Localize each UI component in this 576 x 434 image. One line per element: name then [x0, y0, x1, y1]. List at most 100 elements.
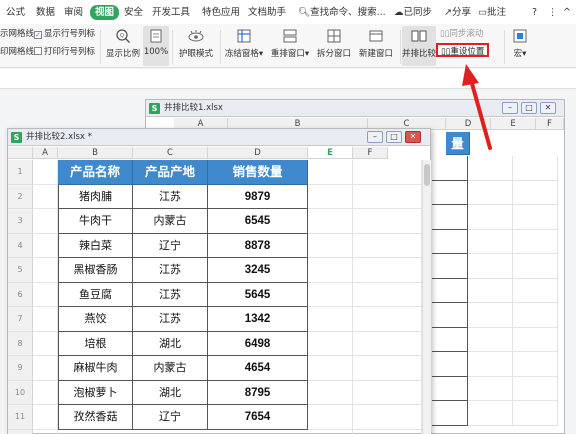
back-empty-cell[interactable]	[468, 156, 513, 181]
front-workbook-window[interactable]: S 井排比较2.xlsx * – □ ✕ A B C D E F 1 2 3 4 5 6 7 8 9 10 11…	[7, 128, 431, 434]
table-cell[interactable]: 内蒙古	[133, 209, 208, 234]
zoom-button[interactable]: Q 显示比例	[104, 26, 142, 66]
empty-cell[interactable]	[33, 160, 58, 185]
empty-cell[interactable]	[308, 331, 353, 356]
empty-cell[interactable]	[33, 258, 58, 283]
tab-view[interactable]: 视图	[90, 5, 120, 20]
table-cell[interactable]: 培根	[58, 331, 133, 356]
back-empty-cell[interactable]	[468, 229, 513, 254]
back-header-cell[interactable]: 量	[446, 132, 470, 155]
row-number[interactable]: 8	[8, 331, 33, 356]
empty-cell[interactable]	[33, 405, 58, 430]
share-button[interactable]: ↗分享	[444, 6, 471, 20]
table-cell[interactable]: 3245	[208, 258, 308, 283]
empty-cell[interactable]	[33, 356, 58, 381]
column-header-f[interactable]: F	[353, 147, 388, 159]
minimize-icon[interactable]: –	[367, 131, 383, 143]
minimize-icon[interactable]: –	[502, 102, 518, 114]
rearrange-windows-button[interactable]: 重排窗口▾	[268, 26, 312, 66]
reset-position-button[interactable]: ▯▯重设位置	[436, 43, 490, 57]
empty-cell[interactable]	[308, 282, 353, 307]
empty-cell[interactable]	[33, 429, 58, 434]
table-header-cell[interactable]: 销售数量	[208, 160, 308, 185]
empty-cell[interactable]	[353, 233, 422, 258]
tab-review[interactable]: 审阅	[64, 6, 83, 20]
table-cell[interactable]: 孜然香菇	[58, 405, 133, 430]
back-empty-cell[interactable]	[468, 180, 513, 205]
table-cell[interactable]: 1342	[208, 307, 308, 332]
table-cell[interactable]: 湖北	[133, 380, 208, 405]
row-number[interactable]: 2	[8, 184, 33, 209]
back-empty-cell[interactable]	[513, 376, 558, 401]
row-number[interactable]: 1	[8, 160, 33, 185]
empty-cell[interactable]	[308, 429, 353, 434]
table-cell[interactable]: 4654	[208, 356, 308, 381]
eye-protection-button[interactable]: 护眼模式	[176, 26, 216, 66]
back-table-cell[interactable]	[432, 278, 468, 303]
maximize-icon[interactable]: □	[521, 102, 537, 114]
empty-cell[interactable]	[33, 307, 58, 332]
table-cell[interactable]: 牛肉干	[58, 209, 133, 234]
back-table-cell[interactable]	[432, 156, 468, 181]
back-empty-cell[interactable]	[468, 352, 513, 377]
table-cell[interactable]: 黑椒香肠	[58, 258, 133, 283]
column-header-a[interactable]: A	[33, 147, 58, 159]
empty-cell[interactable]	[33, 184, 58, 209]
table-cell[interactable]: 鱼豆腐	[58, 282, 133, 307]
empty-cell[interactable]	[308, 356, 353, 381]
empty-cell[interactable]	[353, 307, 422, 332]
formula-bar[interactable]	[0, 69, 576, 89]
row-number[interactable]: 11	[8, 405, 33, 430]
column-header-c[interactable]: C	[133, 147, 208, 159]
more-menu-button[interactable]: ⋮	[548, 6, 558, 20]
back-empty-cell[interactable]	[468, 376, 513, 401]
back-empty-cell[interactable]	[513, 229, 558, 254]
back-column-header[interactable]: F	[536, 118, 564, 130]
back-empty-cell[interactable]	[513, 254, 558, 279]
empty-cell[interactable]	[353, 380, 422, 405]
back-empty-cell[interactable]	[513, 205, 558, 230]
help-button[interactable]: ?	[532, 6, 537, 20]
table-cell[interactable]: 9879	[208, 184, 308, 209]
table-header-cell[interactable]: 产品产地	[133, 160, 208, 185]
empty-cell[interactable]	[353, 258, 422, 283]
show-row-col-headers-checkbox[interactable]: ✓ 显示行号列标	[34, 28, 95, 40]
row-number[interactable]: 4	[8, 233, 33, 258]
tab-developer-tools[interactable]: 开发工具	[152, 6, 190, 20]
back-empty-cell[interactable]	[468, 401, 513, 426]
empty-cell[interactable]	[353, 356, 422, 381]
sync-scroll-button[interactable]: ▯▯同步滚动	[440, 27, 483, 41]
print-row-col-headers-checkbox[interactable]: 打印行号列标	[34, 46, 95, 58]
empty-cell[interactable]	[33, 209, 58, 234]
empty-cell[interactable]	[308, 405, 353, 430]
back-table-cell[interactable]	[432, 352, 468, 377]
empty-cell[interactable]	[353, 184, 422, 209]
row-number[interactable]: 9	[8, 356, 33, 381]
table-cell[interactable]: 江苏	[133, 258, 208, 283]
comment-button[interactable]: ▭批注	[478, 6, 506, 20]
back-table-cell[interactable]	[432, 327, 468, 352]
back-empty-cell[interactable]	[468, 254, 513, 279]
freeze-panes-button[interactable]: 冻结窗格▾	[222, 26, 266, 66]
table-header-cell[interactable]: 产品名称	[58, 160, 133, 185]
empty-cell[interactable]	[353, 331, 422, 356]
row-number[interactable]: 6	[8, 282, 33, 307]
table-cell[interactable]: 湖北	[133, 331, 208, 356]
table-cell[interactable]: 江苏	[133, 307, 208, 332]
empty-cell[interactable]	[33, 233, 58, 258]
table-cell[interactable]: 辣白菜	[58, 233, 133, 258]
back-empty-cell[interactable]	[513, 156, 558, 181]
table-cell[interactable]: 燕饺	[58, 307, 133, 332]
table-cell[interactable]: 7654	[208, 405, 308, 430]
table-cell[interactable]: 江苏	[133, 184, 208, 209]
row-number[interactable]: 3	[8, 209, 33, 234]
zoom-100-button[interactable]: 100%	[143, 26, 169, 66]
back-table-cell[interactable]	[432, 180, 468, 205]
empty-cell[interactable]	[308, 307, 353, 332]
back-empty-cell[interactable]	[513, 278, 558, 303]
back-empty-cell[interactable]	[513, 401, 558, 426]
tab-special-apps[interactable]: 特色应用	[202, 6, 240, 20]
vertical-scrollbar[interactable]	[422, 160, 431, 434]
column-header-d[interactable]: D	[208, 147, 308, 159]
back-column-header[interactable]: D	[446, 118, 491, 130]
